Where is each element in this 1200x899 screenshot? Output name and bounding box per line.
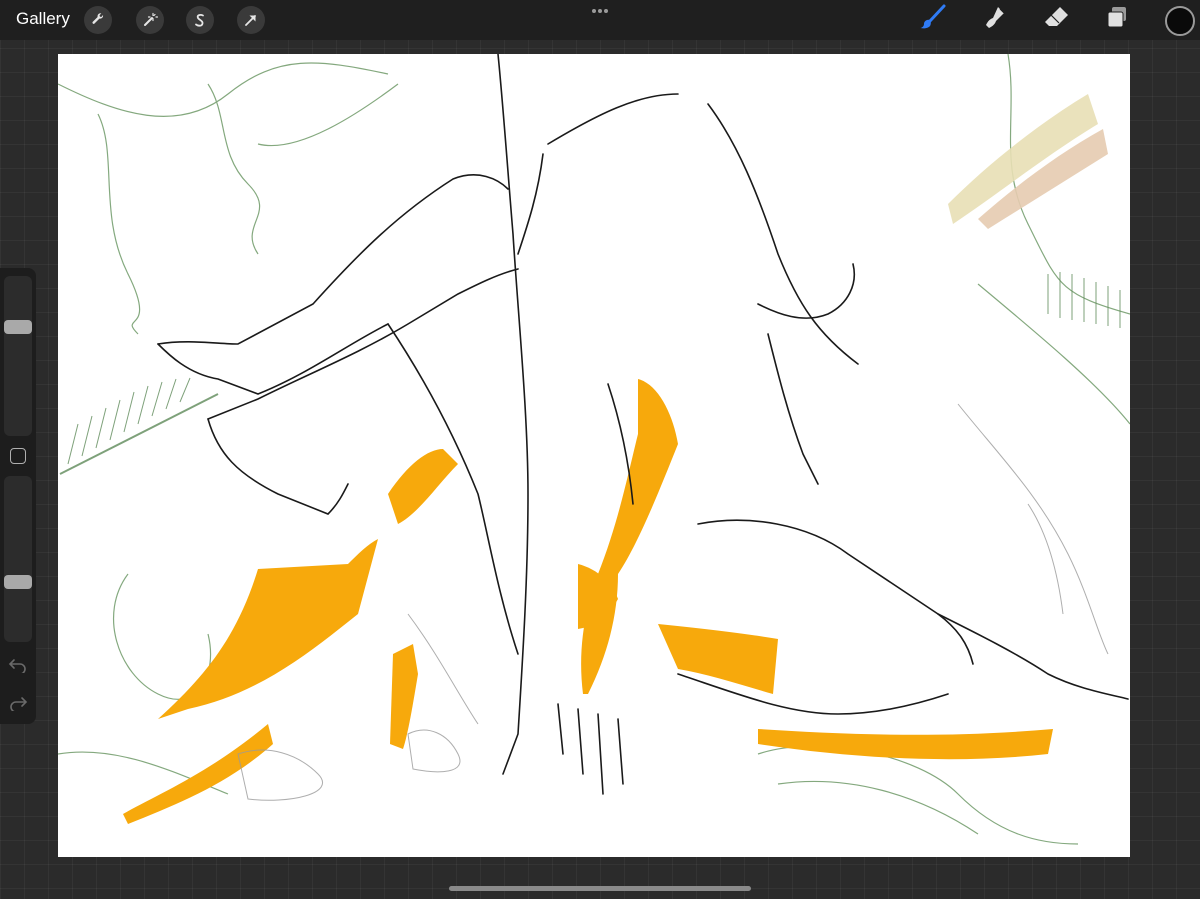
layers-icon [1102, 3, 1132, 38]
layers-button[interactable] [1102, 5, 1132, 35]
brush-size-slider-thumb[interactable] [4, 319, 32, 334]
adjustments-button[interactable] [136, 6, 164, 34]
color-picker-button[interactable] [1165, 6, 1195, 36]
brush-size-slider[interactable] [4, 276, 32, 436]
eraser-icon [1041, 3, 1071, 38]
selection-icon [192, 12, 208, 28]
color-swatch-strokes [948, 94, 1108, 229]
left-sidebar [0, 268, 36, 724]
modify-button[interactable] [10, 448, 26, 464]
opacity-slider-thumb[interactable] [4, 574, 32, 589]
smudge-tool-button[interactable] [980, 5, 1010, 35]
transform-button[interactable] [237, 6, 265, 34]
orange-paint-strokes [123, 379, 1053, 824]
wrench-icon [90, 12, 106, 28]
transform-arrow-icon [243, 12, 259, 28]
selection-button[interactable] [186, 6, 214, 34]
more-options-icon[interactable] [586, 4, 614, 18]
gallery-button[interactable]: Gallery [16, 9, 70, 29]
actions-button[interactable] [84, 6, 112, 34]
home-indicator [449, 886, 751, 891]
smudge-icon [980, 3, 1010, 38]
artwork [58, 54, 1130, 845]
eraser-tool-button[interactable] [1041, 5, 1071, 35]
top-toolbar: Gallery [0, 0, 1200, 40]
brush-icon [918, 3, 948, 38]
undo-icon[interactable] [8, 657, 28, 675]
green-vine-sketch [58, 54, 1130, 845]
magic-wand-icon [142, 12, 158, 28]
drawing-canvas[interactable] [58, 54, 1130, 857]
opacity-slider[interactable] [4, 476, 32, 642]
brush-tool-button[interactable] [918, 3, 948, 38]
redo-icon[interactable] [8, 695, 28, 713]
